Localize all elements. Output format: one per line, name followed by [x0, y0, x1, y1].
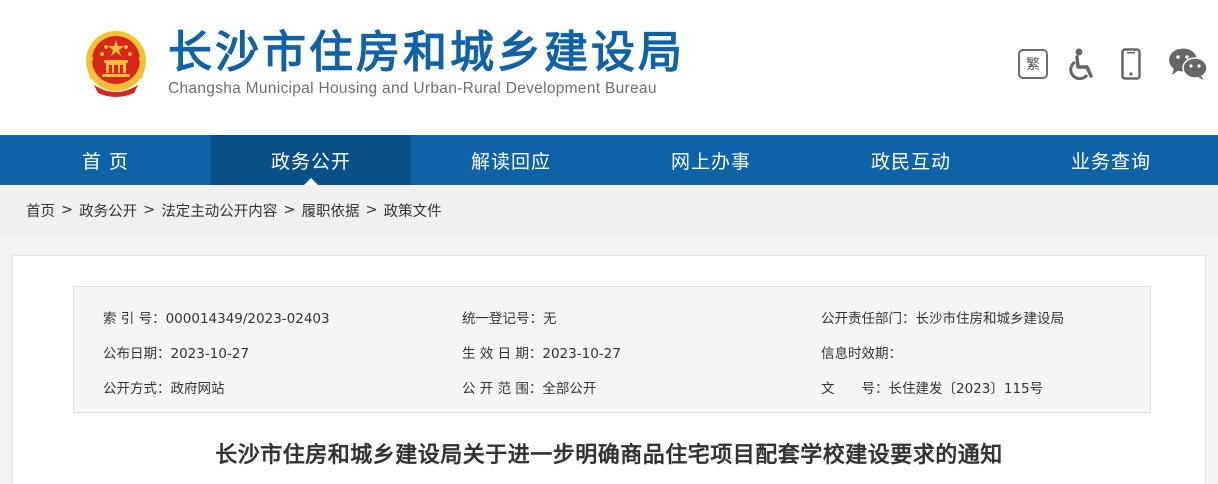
metadata-row: 索 引 号：000014349/2023-02403 统一登记号：无 公开责任部…: [74, 307, 1150, 327]
metadata-row: 公布日期：2023-10-27 生 效 日 期：2023-10-27 信息时效期…: [74, 342, 1150, 362]
wechat-icon: [1169, 48, 1208, 80]
site-title: 长沙市住房和城乡建设局: [168, 27, 685, 78]
mobile-phone-icon: [1121, 48, 1141, 80]
main-nav: 首 页 政务公开 解读回应 网上办事 政民互动 业务查询: [0, 135, 1218, 185]
disclosure-scope: 公 开 范 围：全部公开: [462, 381, 597, 397]
nav-item-interpretation[interactable]: 解读回应: [411, 135, 611, 185]
content-area: 索 引 号：000014349/2023-02403 统一登记号：无 公开责任部…: [0, 235, 1218, 484]
nav-item-interaction[interactable]: 政民互动: [811, 135, 1011, 185]
wheelchair-icon: [1069, 48, 1093, 80]
accessibility-button[interactable]: [1066, 47, 1100, 81]
breadcrumb: 首页 > 政务公开 > 法定主动公开内容 > 履职依据 > 政策文件: [0, 185, 1218, 235]
header-tools: 繁: [1018, 46, 1208, 82]
wechat-button[interactable]: [1168, 46, 1208, 82]
site-subtitle: Changsha Municipal Housing and Urban-Rur…: [168, 80, 657, 97]
index-number: 索 引 号：000014349/2023-02403: [103, 311, 330, 327]
breadcrumb-duty-basis[interactable]: 履职依据: [301, 200, 359, 221]
breadcrumb-home[interactable]: 首页: [26, 200, 55, 221]
mobile-version-button[interactable]: [1114, 47, 1148, 81]
document-card: 索 引 号：000014349/2023-02403 统一登记号：无 公开责任部…: [12, 255, 1206, 484]
document-number: 文 号：长住建发〔2023〕115号: [821, 381, 1044, 397]
nav-item-online-services[interactable]: 网上办事: [611, 135, 811, 185]
national-emblem-icon: [86, 31, 146, 97]
breadcrumb-separator: >: [143, 202, 156, 218]
breadcrumb-separator: >: [283, 202, 296, 218]
document-title: 长沙市住房和城乡建设局关于进一步明确商品住宅项目配套学校建设要求的通知: [215, 443, 1003, 468]
breadcrumb-government-affairs[interactable]: 政务公开: [79, 200, 137, 221]
breadcrumb-separator: >: [365, 202, 378, 218]
site-header: 长沙市住房和城乡建设局 Changsha Municipal Housing a…: [0, 0, 1218, 135]
responsible-department: 公开责任部门：长沙市住房和城乡建设局: [821, 311, 1064, 327]
traditional-chinese-button[interactable]: 繁: [1018, 49, 1048, 79]
breadcrumb-policy-documents[interactable]: 政策文件: [384, 200, 442, 221]
effective-date: 生 效 日 期：2023-10-27: [462, 346, 621, 362]
nav-item-home[interactable]: 首 页: [0, 135, 211, 185]
breadcrumb-separator: >: [61, 202, 74, 218]
publish-date: 公布日期：2023-10-27: [103, 346, 249, 362]
disclosure-method: 公开方式：政府网站: [103, 381, 225, 397]
nav-item-business-query[interactable]: 业务查询: [1011, 135, 1211, 185]
breadcrumb-statutory-content[interactable]: 法定主动公开内容: [161, 200, 277, 221]
document-metadata-box: 索 引 号：000014349/2023-02403 统一登记号：无 公开责任部…: [73, 286, 1151, 413]
nav-item-government-affairs[interactable]: 政务公开: [211, 135, 411, 185]
validity-period: 信息时效期：: [821, 346, 902, 362]
metadata-row: 公开方式：政府网站 公 开 范 围：全部公开 文 号：长住建发〔2023〕115…: [74, 377, 1150, 397]
traditional-chinese-label: 繁: [1026, 57, 1040, 73]
unified-registration-number: 统一登记号：无: [462, 311, 557, 327]
